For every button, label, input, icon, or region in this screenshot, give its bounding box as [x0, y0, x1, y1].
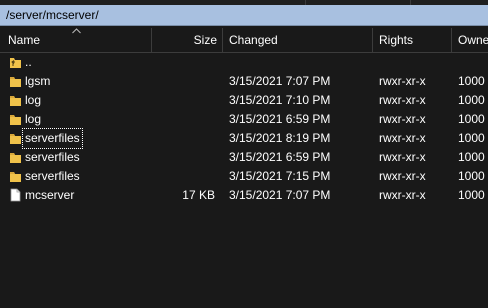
column-separator[interactable]	[451, 28, 452, 52]
file-size: 17 KB	[182, 188, 215, 202]
column-separator[interactable]	[151, 28, 152, 52]
folder-icon	[10, 96, 21, 106]
file-changed: 3/15/2021 7:07 PM	[229, 74, 331, 88]
file-changed: 3/15/2021 8:19 PM	[229, 131, 331, 145]
file-size	[155, 72, 215, 91]
file-owner: 1000	[458, 131, 485, 145]
file-owner: 1000	[458, 169, 485, 183]
file-name: serverfiles	[25, 150, 80, 164]
column-rights-label: Rights	[379, 33, 414, 47]
file-changed: 3/15/2021 6:59 PM	[229, 150, 331, 164]
file-owner: 1000	[458, 150, 485, 164]
file-owner: 1000	[458, 112, 485, 126]
file-owner: 1000	[458, 93, 485, 107]
file-name: log	[25, 93, 42, 107]
column-size-label: Size	[193, 33, 217, 47]
column-owner[interactable]: Owne	[458, 27, 488, 52]
file-row[interactable]: mcserver 17 KB 3/15/2021 7:07 PM rwxr-xr-x 1…	[0, 186, 488, 205]
column-name[interactable]: Name	[8, 27, 40, 52]
file-rights: rwxr-xr-x	[379, 169, 426, 183]
file-name: log	[25, 112, 42, 126]
folder-icon	[10, 115, 21, 125]
parent-directory-row[interactable]: ..	[0, 53, 488, 72]
file-row[interactable]: serverfiles 3/15/2021 7:15 PM rwxr-xr-x 100…	[0, 167, 488, 186]
file-changed: 3/15/2021 7:07 PM	[229, 188, 331, 202]
column-owner-label: Owne	[458, 33, 488, 47]
column-name-label: Name	[8, 33, 41, 47]
file-row[interactable]: log 3/15/2021 7:10 PM rwxr-xr-x 1000	[0, 91, 488, 110]
column-separator[interactable]	[222, 28, 223, 52]
column-changed-label: Changed	[229, 33, 278, 47]
file-changed: 3/15/2021 7:15 PM	[229, 169, 331, 183]
file-rights: rwxr-xr-x	[379, 131, 426, 145]
file-rights: rwxr-xr-x	[379, 188, 426, 202]
file-size	[155, 148, 215, 167]
file-name: lgsm	[25, 74, 51, 88]
file-changed: 3/15/2021 6:59 PM	[229, 112, 331, 126]
column-changed[interactable]: Changed	[229, 27, 278, 52]
file-name: mcserver	[25, 188, 75, 202]
column-size[interactable]: Size	[155, 27, 217, 52]
file-row[interactable]: lgsm 3/15/2021 7:07 PM rwxr-xr-x 1000	[0, 72, 488, 91]
folder-icon	[10, 172, 21, 182]
file-rights: rwxr-xr-x	[379, 112, 426, 126]
column-separator[interactable]	[372, 28, 373, 52]
file-row[interactable]: serverfiles 3/15/2021 6:59 PM rwxr-xr-x 100…	[0, 148, 488, 167]
current-path: /server/mcserver/	[6, 8, 99, 22]
file-row[interactable]: log 3/15/2021 6:59 PM rwxr-xr-x 1000	[0, 110, 488, 129]
file-name: serverfiles	[25, 169, 80, 183]
file-owner: 1000	[458, 74, 485, 88]
file-icon	[10, 188, 21, 202]
file-size	[155, 129, 215, 148]
sort-ascending-icon	[72, 28, 81, 34]
file-changed: 3/15/2021 7:10 PM	[229, 93, 331, 107]
parent-folder-icon	[10, 58, 21, 68]
file-size	[155, 167, 215, 186]
folder-icon	[10, 153, 21, 163]
folder-icon	[10, 134, 21, 144]
file-rights: rwxr-xr-x	[379, 150, 426, 164]
parent-directory-label: ..	[25, 55, 32, 69]
file-rights: rwxr-xr-x	[379, 74, 426, 88]
column-header: Name Size Changed Rights Owne	[0, 27, 488, 53]
file-rights: rwxr-xr-x	[379, 93, 426, 107]
path-bar[interactable]: /server/mcserver/	[0, 5, 488, 26]
folder-icon	[10, 77, 21, 87]
file-row[interactable]: serverfiles 3/15/2021 8:19 PM rwxr-xr-x 100…	[0, 128, 488, 149]
file-size	[155, 91, 215, 110]
file-name: serverfiles	[22, 128, 83, 149]
column-rights[interactable]: Rights	[379, 27, 413, 52]
file-size	[155, 110, 215, 129]
file-owner: 1000	[458, 188, 485, 202]
